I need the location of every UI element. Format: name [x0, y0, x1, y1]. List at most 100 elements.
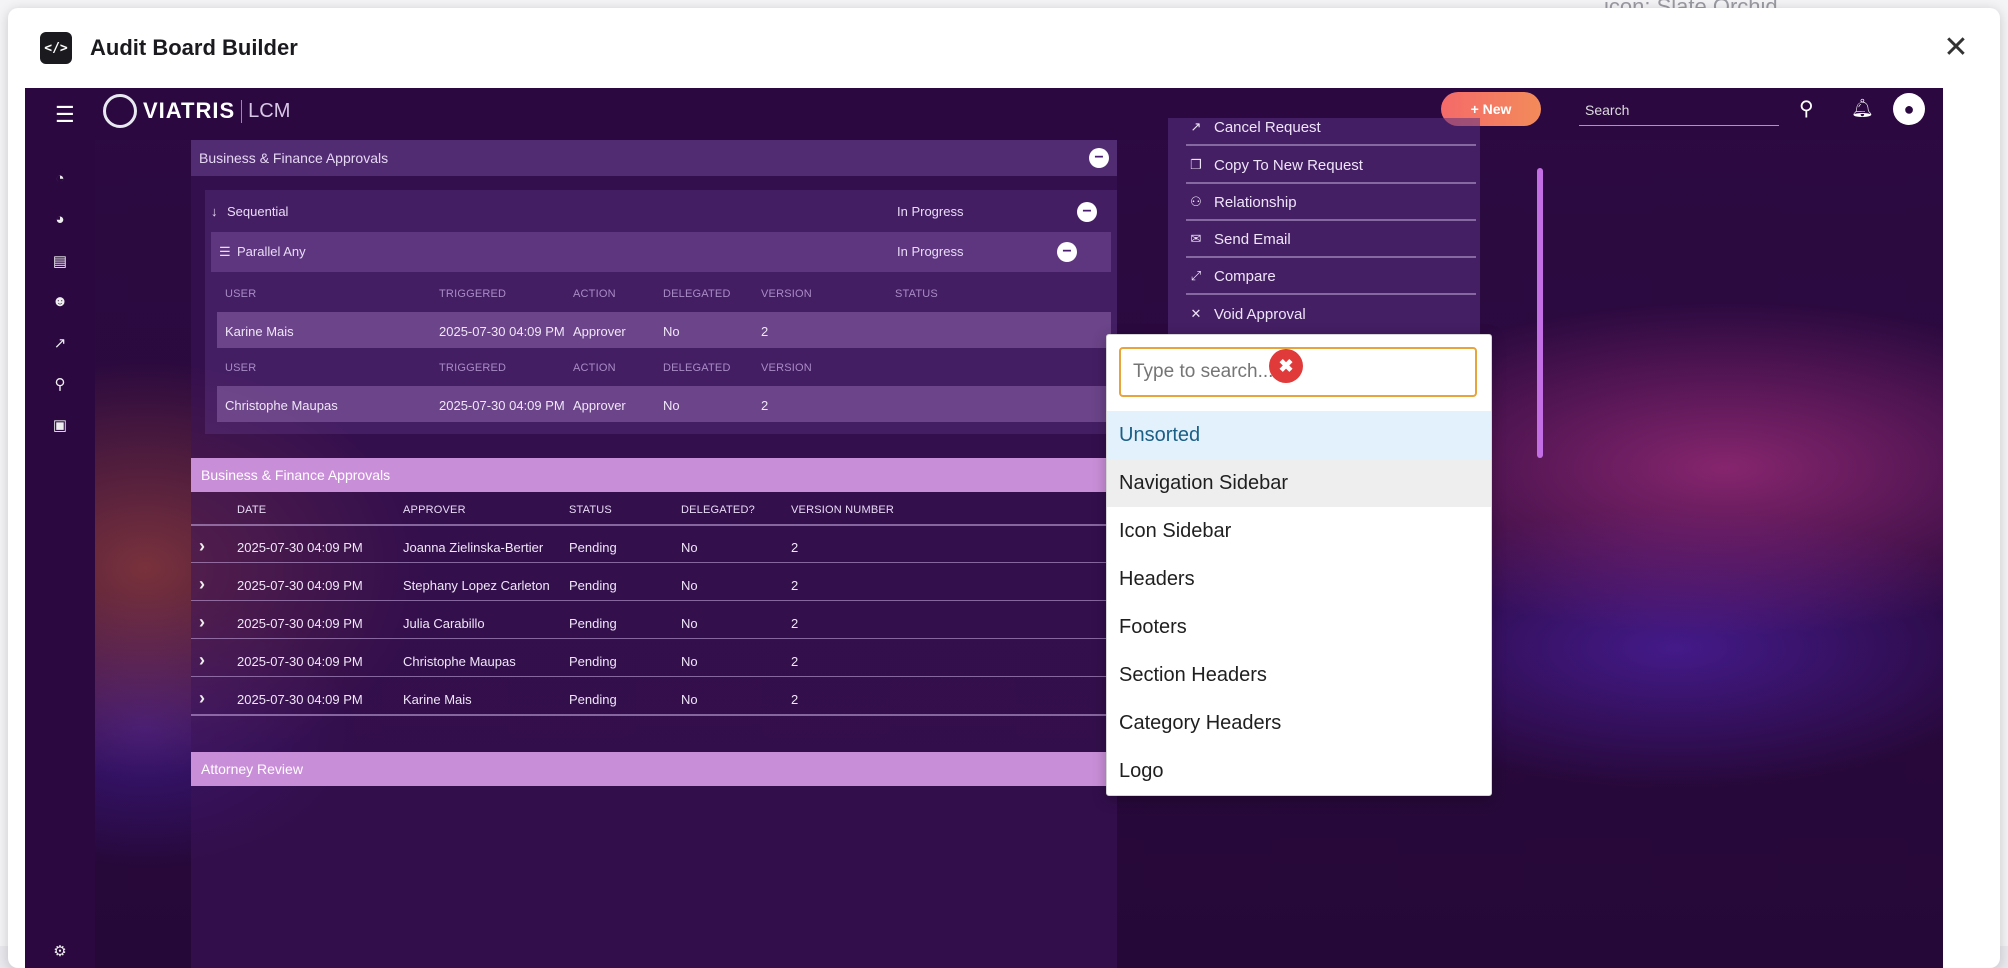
code-icon: </> [40, 32, 72, 64]
analytics-icon[interactable]: ↗ [50, 334, 70, 354]
scrollbar-thumb[interactable] [1537, 168, 1543, 458]
cell-approver: Joanna Zielinska-Bertier [403, 540, 544, 555]
copy-request-item[interactable]: ❐ Copy To New Request [1186, 148, 1476, 184]
col-version-2: VERSION [761, 362, 812, 374]
parallel-any-header [211, 232, 1111, 272]
cell-date: 2025-07-30 04:09 PM [237, 616, 363, 631]
parallel-any-label: Parallel Any [237, 244, 306, 259]
users-icon[interactable]: ☻ [50, 293, 70, 313]
hamburger-icon[interactable]: ☰ [55, 102, 75, 128]
col-action: ACTION [573, 288, 616, 300]
cell-triggered: 2025-07-30 04:09 PM [439, 398, 565, 413]
cell-status: Pending [569, 654, 617, 669]
col-user: USER [225, 288, 257, 300]
app-logo: VIATRIS LCM [103, 94, 290, 128]
cell-status: Pending [569, 540, 617, 555]
business-finance-title: Business & Finance Approvals [199, 150, 389, 166]
compare-item[interactable]: ⤢ Compare [1186, 259, 1476, 295]
col-version: VERSION [761, 288, 812, 300]
cell-delegated: No [681, 654, 698, 669]
table-divider [191, 524, 1117, 526]
cell-user: Karine Mais [225, 324, 294, 339]
user-avatar[interactable]: ● [1893, 93, 1925, 125]
expand-row-icon[interactable]: › [199, 612, 205, 633]
cell-approver: Karine Mais [403, 692, 472, 707]
cell-version: 2 [791, 692, 799, 707]
dashboard-icon[interactable]: ◔ [50, 170, 70, 190]
option-navigation-sidebar[interactable]: Navigation Sidebar [1107, 459, 1491, 507]
void-approval-item[interactable]: ✕ Void Approval [1186, 296, 1476, 332]
expand-row-icon[interactable]: › [199, 650, 205, 671]
briefcase-icon[interactable]: ▣ [50, 416, 70, 436]
compare-icon: ⤢ [1190, 268, 1202, 283]
option-headers[interactable]: Headers [1107, 555, 1491, 603]
relationship-item[interactable]: ⚇ Relationship [1186, 185, 1476, 221]
action-label: Void Approval [1214, 305, 1306, 323]
document-icon[interactable]: ▤ [50, 252, 70, 272]
dropdown-options: Unsorted Navigation Sidebar Icon Sidebar… [1107, 411, 1491, 795]
clear-icon[interactable]: ✖ [1269, 349, 1303, 383]
logo-mark-icon [103, 94, 137, 128]
parallel-collapse-icon[interactable]: − [1057, 242, 1077, 262]
col-user-2: USER [225, 362, 257, 374]
col-action-2: ACTION [573, 362, 616, 374]
builder-modal: </> Audit Board Builder ✕ ☰ VIATRIS LCM … [8, 8, 2000, 968]
action-label: Send Email [1214, 230, 1291, 248]
nav-search-icon[interactable]: ⚲ [50, 375, 70, 395]
approvals-panel: Business & Finance Approvals − ↓ Sequent… [191, 140, 1117, 968]
cell-delegated: No [681, 616, 698, 631]
attorney-review-title: Attorney Review [201, 761, 303, 777]
top-search-input[interactable]: Search [1579, 94, 1779, 126]
option-unsorted[interactable]: Unsorted [1107, 411, 1491, 459]
parallel-any-status: In Progress [897, 244, 964, 259]
list-icon: ☰ [219, 244, 231, 259]
cell-approver: Julia Carabillo [403, 616, 485, 631]
expand-row-icon[interactable]: › [199, 536, 205, 557]
cell-delegated: No [681, 692, 698, 707]
cancel-request-item[interactable]: ↗ Cancel Request [1186, 110, 1476, 146]
sequential-arrow-icon: ↓ [211, 204, 218, 219]
cell-action: Approver [573, 324, 626, 339]
approvals-table-header: Business & Finance Approvals [191, 458, 1117, 492]
action-label: Relationship [1214, 193, 1297, 211]
option-section-headers[interactable]: Section Headers [1107, 651, 1491, 699]
collapse-icon[interactable]: − [1089, 148, 1109, 168]
search-icon[interactable]: ⚲ [1799, 96, 1814, 121]
table-bottom-rule [191, 714, 1117, 716]
col-delegated: DELEGATED [663, 288, 731, 300]
cell-status: Pending [569, 692, 617, 707]
copy-icon: ❐ [1190, 157, 1202, 172]
close-button[interactable]: ✕ [1942, 33, 1970, 63]
cell-delegated: No [681, 578, 698, 593]
option-footers[interactable]: Footers [1107, 603, 1491, 651]
cell-action: Approver [573, 398, 626, 413]
row-divider [191, 562, 1117, 563]
expand-row-icon[interactable]: › [199, 574, 205, 595]
cell-date: 2025-07-30 04:09 PM [237, 578, 363, 593]
col-date: DATE [237, 504, 267, 516]
option-logo[interactable]: Logo [1107, 747, 1491, 795]
send-email-item[interactable]: ✉ Send Email [1186, 222, 1476, 258]
col-triggered: TRIGGERED [439, 288, 507, 300]
cell-version: 2 [761, 398, 769, 413]
cell-date: 2025-07-30 04:09 PM [237, 540, 363, 555]
col-delegated-q: DELEGATED? [681, 504, 755, 516]
expand-row-icon[interactable]: › [199, 688, 205, 709]
pie-chart-icon[interactable]: ◕ [50, 211, 70, 231]
cell-delegated: No [663, 324, 680, 339]
sequential-label: Sequential [227, 204, 289, 219]
option-category-headers[interactable]: Category Headers [1107, 699, 1491, 747]
logo-product: LCM [241, 99, 290, 123]
business-finance-header: Business & Finance Approvals [191, 140, 1117, 176]
cell-version: 2 [761, 324, 769, 339]
action-label: Compare [1214, 267, 1276, 285]
email-icon: ✉ [1190, 231, 1202, 246]
sequential-collapse-icon[interactable]: − [1077, 202, 1097, 222]
settings-icon[interactable]: ⚙ [50, 942, 70, 962]
bell-icon[interactable]: 🔔︎ [1851, 98, 1874, 119]
col-approver: APPROVER [403, 504, 466, 516]
option-icon-sidebar[interactable]: Icon Sidebar [1107, 507, 1491, 555]
action-label: Cancel Request [1214, 118, 1321, 136]
col-version-number: VERSION NUMBER [791, 504, 895, 516]
void-icon: ✕ [1190, 306, 1202, 321]
